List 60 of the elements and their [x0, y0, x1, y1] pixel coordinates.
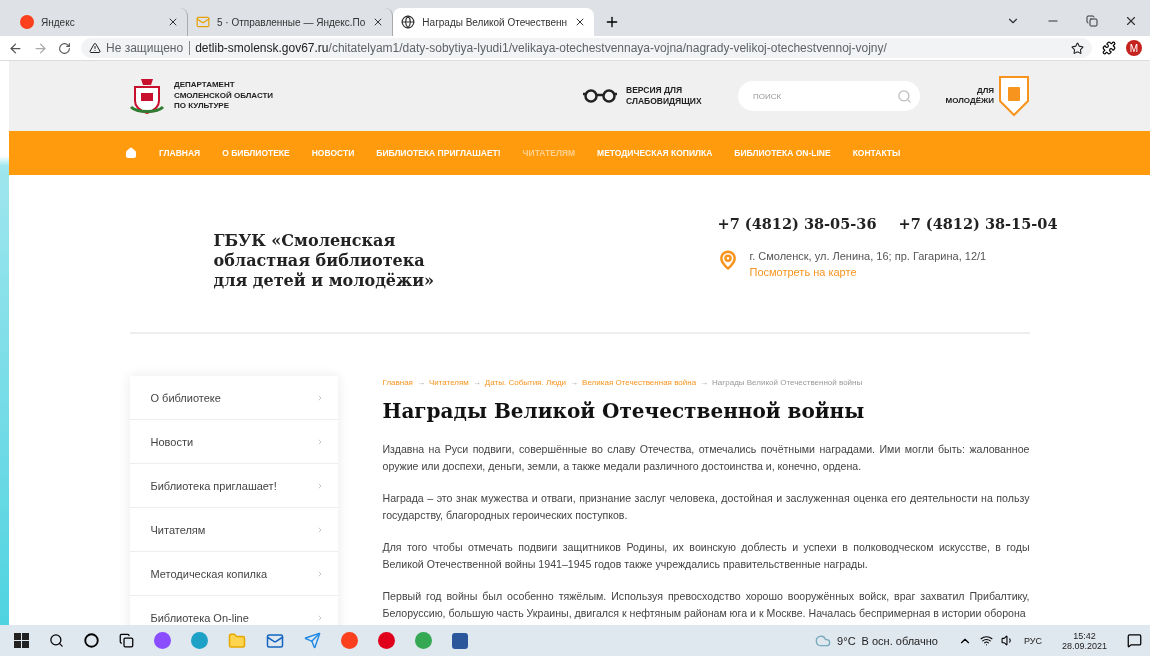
- coat-of-arms-logo: [129, 77, 165, 115]
- warning-icon: [89, 42, 101, 54]
- breadcrumb-separator: →: [570, 378, 579, 387]
- sidebar-item[interactable]: О библиотеке: [129, 376, 338, 420]
- opera-icon[interactable]: [378, 632, 395, 649]
- address-field[interactable]: Не защищено detlib-smolensk.gov67.ru/chitatelyam1/daty-sobytiya-lyudi1/velikaya-otechestvennaya-vojna/nagrady-velikoj-otechestvennoj-vojny/: [81, 38, 1092, 58]
- breadcrumb-link[interactable]: Награды Великой Отечественной войны: [712, 378, 863, 387]
- breadcrumb-separator: →: [700, 378, 709, 387]
- extensions-icon[interactable]: [1102, 41, 1116, 55]
- library-name: ГБУК «Смоленская областная библиотека для детей и молодёжи»: [213, 231, 436, 292]
- article-paragraph: Для того чтобы отмечать подвиги защитников Родины, их воинскую доблесть и успехи в полководческом искусстве, в годы Великой Отечественной войны 1941–1945 годов также учреждались правительственные награды.: [382, 540, 1030, 572]
- glasses-icon[interactable]: [583, 89, 617, 103]
- start-icon[interactable]: [14, 633, 29, 648]
- search-field[interactable]: ПОИСК: [751, 90, 897, 102]
- article-paragraph: Первый год войны был особенно тяжёлым. Используя превосходство хорошо вооружённых войск, враг захватил Прибалтику, Белоруссию, большую часть Украины, двигался к нефтяным районам юга и к Москве. Началась беспримерная в истории оборона: [382, 589, 1030, 621]
- sidebar-item[interactable]: Читателям: [129, 508, 338, 552]
- globe-icon: [401, 15, 416, 29]
- browser-tab[interactable]: Награды Великой Отечественн: [393, 8, 595, 36]
- search-icon[interactable]: [49, 633, 64, 648]
- messenger-icon[interactable]: [304, 632, 321, 649]
- back-icon[interactable]: [8, 40, 23, 56]
- task-view-icon[interactable]: [119, 633, 134, 648]
- sidebar-item[interactable]: Библиотека приглашает!: [129, 464, 338, 508]
- assistant-app-icon[interactable]: [154, 632, 171, 649]
- envelope-icon: [196, 15, 210, 29]
- close-icon[interactable]: [167, 16, 179, 28]
- breadcrumb-separator: →: [472, 378, 481, 387]
- address-text: г. Смоленск, ул. Ленина, 16; пр. Гагарина, 12/1: [749, 250, 987, 262]
- sidebar-item[interactable]: Новости: [129, 420, 338, 464]
- phone-number: +7 (4812) 38-15-04: [898, 215, 1058, 232]
- map-pin-icon: [717, 250, 738, 270]
- url-text[interactable]: detlib-smolensk.gov67.ru/chitatelyam1/daty-sobytiya-lyudi1/velikaya-otechestvennaya-vojna/nagrady-velikoj-otechestvennoj-vojny/: [195, 41, 887, 55]
- cortana-icon[interactable]: [84, 633, 99, 648]
- phone-number: +7 (4812) 38-05-36: [717, 215, 877, 232]
- article-paragraph: Издавна на Руси подвиги, совершённые во славу Отечества, отмечались почётными наградами. Ими могли быть: жалованное оружие или доспехи, деньги, земли, а также медали различного достоинства и, конечно, ордена.: [382, 442, 1030, 474]
- reload-icon[interactable]: [58, 41, 71, 55]
- weather-condition: В осн. облачно: [861, 634, 938, 647]
- article-paragraph: Награда – это знак мужества и отваги, признание заслуг человека, достойная и заслуженная оценка его деятельности на пользу государству, благородных героических поступков.: [382, 491, 1030, 523]
- network-icon[interactable]: [979, 634, 993, 647]
- sidebar-item[interactable]: Методическая копилка: [129, 552, 338, 596]
- security-label[interactable]: Не защищено: [106, 41, 191, 55]
- word-icon[interactable]: [452, 632, 468, 649]
- youth-link[interactable]: ДЛЯ МОЛОДЁЖИ: [942, 85, 994, 107]
- department-name: ДЕПАРТАМЕНТ СМОЛЕНСКОЙ ОБЛАСТИ ПО КУЛЬТУРЕ: [174, 80, 275, 112]
- breadcrumb-separator: →: [416, 378, 425, 387]
- temperature: 9°C: [837, 634, 856, 647]
- clock[interactable]: 15:42 28.09.2021: [1061, 630, 1107, 651]
- site-logo-icon: [20, 15, 34, 29]
- article-title: Награды Великой Отечественной войны: [382, 399, 866, 423]
- low-vision-link[interactable]: ВЕРСИЯ ДЛЯ СЛАБОВИДЯЩИХ: [626, 85, 716, 107]
- profile-avatar[interactable]: M: [1126, 40, 1142, 56]
- restore-icon[interactable]: [1086, 15, 1098, 27]
- notifications-icon[interactable]: [1127, 633, 1142, 648]
- close-icon[interactable]: [1124, 14, 1138, 28]
- mail-icon[interactable]: [266, 631, 284, 650]
- volume-icon[interactable]: [1000, 634, 1014, 647]
- yandex-browser-icon[interactable]: [341, 632, 358, 649]
- bookmark-star-icon[interactable]: [1071, 41, 1084, 55]
- language-indicator[interactable]: РУС: [1023, 635, 1042, 646]
- search-bar[interactable]: ПОИСК: [738, 81, 920, 111]
